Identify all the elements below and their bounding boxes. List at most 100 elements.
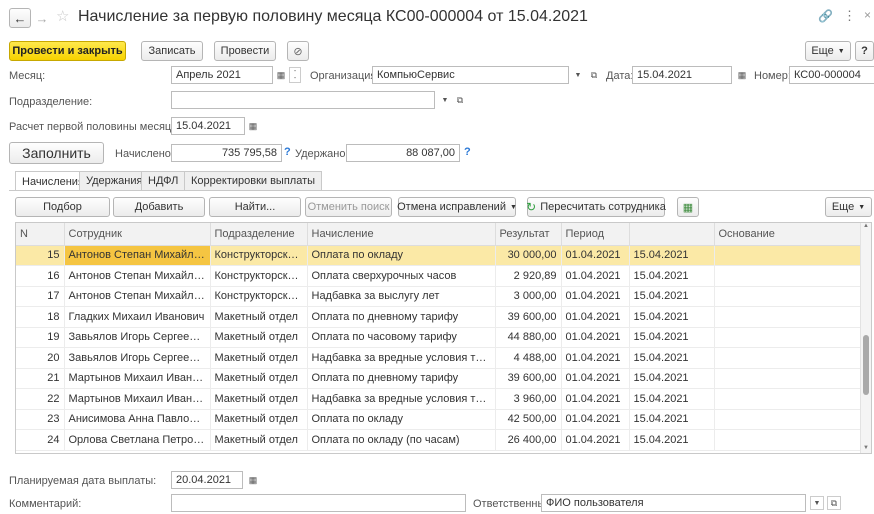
- basis-cell[interactable]: [714, 347, 862, 369]
- link-icon[interactable]: 🔗: [818, 9, 833, 23]
- division-cell[interactable]: Конструкторский ...: [210, 265, 308, 287]
- table-row[interactable]: 15 Антонов Степан Михайлович Конструкторск…: [16, 245, 862, 266]
- withheld-help-icon[interactable]: ?: [464, 146, 471, 158]
- table-row[interactable]: 22 Мартынов Михаил Иванович Макетный отдел…: [16, 388, 862, 410]
- period-start-cell[interactable]: 01.04.2021: [561, 306, 630, 328]
- accrual-cell[interactable]: Оплата по дневному тарифу: [307, 306, 496, 328]
- date-field[interactable]: 15.04.2021: [632, 66, 732, 84]
- basis-cell[interactable]: [714, 306, 862, 328]
- period-end-cell[interactable]: 15.04.2021: [629, 286, 715, 307]
- result-cell[interactable]: 30 000,00: [495, 245, 562, 266]
- division-cell[interactable]: Макетный отдел: [210, 388, 308, 410]
- division-cell[interactable]: Макетный отдел: [210, 409, 308, 430]
- result-cell[interactable]: 3 960,00: [495, 388, 562, 410]
- period-start-cell[interactable]: 01.04.2021: [561, 368, 630, 389]
- month-stepper-icon[interactable]: --: [289, 67, 301, 83]
- column-header[interactable]: Результат: [495, 223, 562, 246]
- vertical-scrollbar[interactable]: ▲ ▼: [860, 223, 871, 453]
- back-button[interactable]: ←: [9, 8, 31, 28]
- stepper-down-icon[interactable]: -: [294, 75, 296, 82]
- result-cell[interactable]: 44 880,00: [495, 327, 562, 348]
- row-number[interactable]: 22: [16, 388, 65, 410]
- close-icon[interactable]: ×: [864, 8, 871, 22]
- help-button[interactable]: ?: [855, 41, 874, 61]
- employee-cell[interactable]: Мартынов Михаил Иванович: [64, 368, 211, 389]
- open-icon[interactable]: ⧉: [587, 68, 601, 82]
- table-row[interactable]: 17 Антонов Степан Михайлович Конструкторск…: [16, 286, 862, 307]
- period-end-cell[interactable]: 15.04.2021: [629, 306, 715, 328]
- grid-more-button[interactable]: Еще ▼: [825, 197, 872, 217]
- division-field[interactable]: [171, 91, 435, 109]
- basis-cell[interactable]: [714, 265, 862, 287]
- column-header[interactable]: Основание: [714, 223, 862, 246]
- forward-button[interactable]: →: [32, 8, 52, 28]
- division-cell[interactable]: Макетный отдел: [210, 327, 308, 348]
- calendar-icon[interactable]: ▦: [735, 68, 749, 82]
- column-header[interactable]: Подразделение: [210, 223, 308, 246]
- accrual-cell[interactable]: Надбавка за выслугу лет: [307, 286, 496, 307]
- accrued-help-icon[interactable]: ?: [284, 146, 291, 158]
- calc-until-field[interactable]: 15.04.2021: [171, 117, 245, 135]
- row-number[interactable]: 23: [16, 409, 65, 430]
- period-start-cell[interactable]: 01.04.2021: [561, 265, 630, 287]
- employee-cell[interactable]: Антонов Степан Михайлович: [64, 245, 211, 266]
- employee-cell[interactable]: Мартынов Михаил Иванович: [64, 388, 211, 410]
- fill-button[interactable]: Заполнить: [9, 142, 104, 164]
- division-cell[interactable]: Макетный отдел: [210, 347, 308, 369]
- more-button[interactable]: Еще ▼: [805, 41, 851, 61]
- pay-date-field[interactable]: 20.04.2021: [171, 471, 243, 489]
- accruals-table[interactable]: N Сотрудник Подразделение Начисление Рез…: [15, 222, 872, 454]
- comment-field[interactable]: [171, 494, 466, 512]
- recalc-employee-button[interactable]: ↻ Пересчитать сотрудника: [526, 197, 666, 217]
- result-cell[interactable]: 4 488,00: [495, 347, 562, 369]
- find-button[interactable]: Найти...: [209, 197, 301, 217]
- accrual-cell[interactable]: Оплата по дневному тарифу: [307, 368, 496, 389]
- table-export-button[interactable]: ▦: [677, 197, 699, 217]
- employee-cell[interactable]: Завьялов Игорь Сергеевич: [64, 347, 211, 369]
- period-start-cell[interactable]: 01.04.2021: [561, 286, 630, 307]
- division-cell[interactable]: Макетный отдел: [210, 429, 308, 451]
- row-number[interactable]: 16: [16, 265, 65, 287]
- dropdown-icon[interactable]: ▼: [810, 496, 824, 510]
- table-row[interactable]: 19 Завьялов Игорь Сергеевич Макетный отдел…: [16, 327, 862, 348]
- period-end-cell[interactable]: 15.04.2021: [629, 327, 715, 348]
- tab-payment-corrections[interactable]: Корректировки выплаты: [184, 171, 323, 190]
- calendar-icon[interactable]: ▦: [246, 473, 260, 487]
- result-cell[interactable]: 39 600,00: [495, 368, 562, 389]
- scroll-up-icon[interactable]: ▲: [861, 223, 871, 229]
- employee-cell[interactable]: Гладких Михаил Иванович: [64, 306, 211, 328]
- period-start-cell[interactable]: 01.04.2021: [561, 245, 630, 266]
- basis-cell[interactable]: [714, 388, 862, 410]
- accrual-cell[interactable]: Оплата сверхурочных часов: [307, 265, 496, 287]
- calendar-icon[interactable]: ▦: [274, 68, 288, 82]
- accrual-cell[interactable]: Надбавка за вредные условия труда: [307, 347, 496, 369]
- accrual-cell[interactable]: Оплата по часовому тарифу: [307, 327, 496, 348]
- add-button[interactable]: Добавить: [113, 197, 205, 217]
- dropdown-icon[interactable]: ▼: [438, 93, 452, 107]
- column-header[interactable]: Период: [561, 223, 630, 246]
- division-cell[interactable]: Конструкторский ...: [210, 245, 308, 266]
- division-cell[interactable]: Макетный отдел: [210, 368, 308, 389]
- stepper-up-icon[interactable]: -: [294, 68, 296, 75]
- org-field[interactable]: КомпьюСервис: [372, 66, 569, 84]
- favorite-star-icon[interactable]: ☆: [56, 7, 69, 25]
- period-end-cell[interactable]: 15.04.2021: [629, 409, 715, 430]
- post-button[interactable]: Провести: [214, 41, 276, 61]
- accrual-cell[interactable]: Оплата по окладу: [307, 409, 496, 430]
- table-row[interactable]: 21 Мартынов Михаил Иванович Макетный отдел…: [16, 368, 862, 389]
- employee-cell[interactable]: Антонов Степан Михайлович: [64, 286, 211, 307]
- table-row[interactable]: 24 Орлова Светлана Петровна Макетный отдел…: [16, 429, 862, 451]
- dropdown-icon[interactable]: ▼: [571, 68, 585, 82]
- basis-cell[interactable]: [714, 368, 862, 389]
- basis-cell[interactable]: [714, 409, 862, 430]
- row-number[interactable]: 18: [16, 306, 65, 328]
- tab-ndfl[interactable]: НДФЛ: [141, 171, 186, 190]
- menu-dots-icon[interactable]: ⋮: [843, 8, 856, 24]
- row-number[interactable]: 20: [16, 347, 65, 369]
- employee-cell[interactable]: Завьялов Игорь Сергеевич: [64, 327, 211, 348]
- column-header[interactable]: Начисление: [307, 223, 496, 246]
- scrollbar-thumb[interactable]: [863, 335, 869, 395]
- result-cell[interactable]: 2 920,89: [495, 265, 562, 287]
- row-number[interactable]: 17: [16, 286, 65, 307]
- column-header[interactable]: [629, 223, 715, 246]
